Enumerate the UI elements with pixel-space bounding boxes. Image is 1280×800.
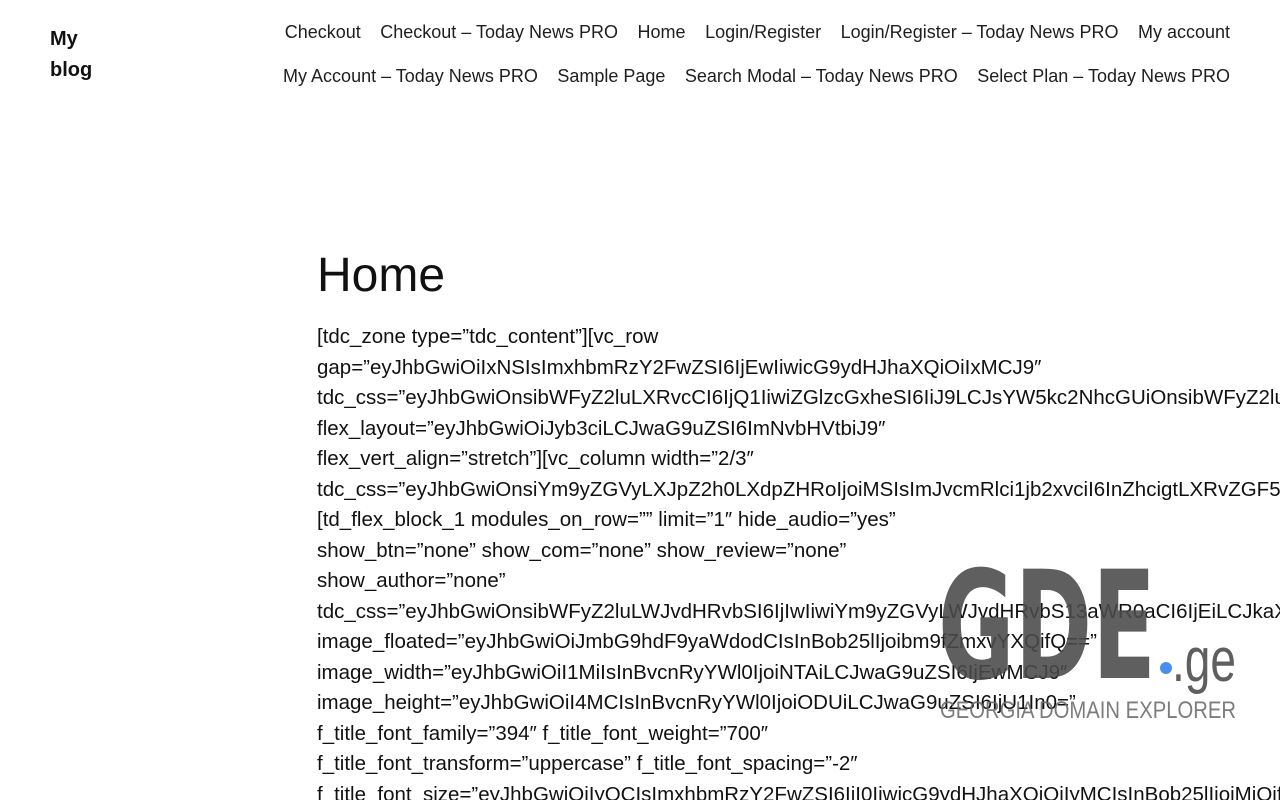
content-line: image_width=”eyJhbGwiOiI1MiIsInBvcnRyYWl… <box>317 660 1068 684</box>
page-content: [tdc_zone type=”tdc_content”][vc_row gap… <box>317 322 1280 800</box>
content-line: image_height=”eyJhbGwiOiI4MCIsInBvcnRyYW… <box>317 691 1076 714</box>
site-title-link[interactable]: My blog <box>50 24 120 86</box>
nav-item-checkout[interactable]: Checkout <box>285 16 361 48</box>
content-line: tdc_css=”eyJhbGwiOnsiYm9yZGVyLXJpZ2h0LXd… <box>317 477 1280 501</box>
content-line: tdc_css=”eyJhbGwiOnsibWFyZ2luLXRvcCI6IjQ… <box>317 386 1280 409</box>
content-line: f_title_font_size=”eyJhbGwiOiIyOCIsImxhb… <box>317 782 1280 800</box>
nav-item-checkout-today-news-pro[interactable]: Checkout – Today News PRO <box>380 16 618 48</box>
nav-item-my-account[interactable]: My account <box>1138 16 1230 48</box>
content-line: [td_flex_block_1 modules_on_row=”” limit… <box>317 508 896 531</box>
primary-navigation: Checkout Checkout – Today News PRO Home … <box>270 16 1230 92</box>
page-title: Home <box>317 249 446 302</box>
content-line: f_title_font_family=”394″ f_title_font_w… <box>317 721 768 745</box>
content-line: show_author=”none” <box>317 569 506 592</box>
content-line: [tdc_zone type=”tdc_content”][vc_row <box>317 325 659 348</box>
nav-item-login-register-today-news-pro[interactable]: Login/Register – Today News PRO <box>841 16 1119 48</box>
content-line: image_floated=”eyJhbGwiOiJmbG9hdF9yaWdod… <box>317 630 1097 653</box>
content-line: gap=”eyJhbGwiOiIxNSIsImxhbmRzY2FwZSI6IjE… <box>317 355 1042 379</box>
content-line: flex_vert_align=”stretch”][vc_column wid… <box>317 447 754 470</box>
content-line: flex_layout=”eyJhbGwiOiJyb3ciLCJwaG9uZSI… <box>317 416 886 440</box>
nav-item-login-register[interactable]: Login/Register <box>705 16 821 48</box>
nav-item-select-plan-today-news-pro[interactable]: Select Plan – Today News PRO <box>977 60 1230 92</box>
content-line: tdc_css=”eyJhbGwiOnsibWFyZ2luLWJvdHRvbSI… <box>317 599 1280 623</box>
nav-item-home[interactable]: Home <box>638 16 686 48</box>
nav-item-my-account-today-news-pro[interactable]: My Account – Today News PRO <box>283 60 538 92</box>
content-line: show_btn=”none” show_com=”none” show_rev… <box>317 538 847 562</box>
nav-item-search-modal-today-news-pro[interactable]: Search Modal – Today News PRO <box>685 60 958 92</box>
nav-item-sample-page[interactable]: Sample Page <box>557 60 665 92</box>
content-line: f_title_font_transform=”uppercase” f_tit… <box>317 752 858 775</box>
